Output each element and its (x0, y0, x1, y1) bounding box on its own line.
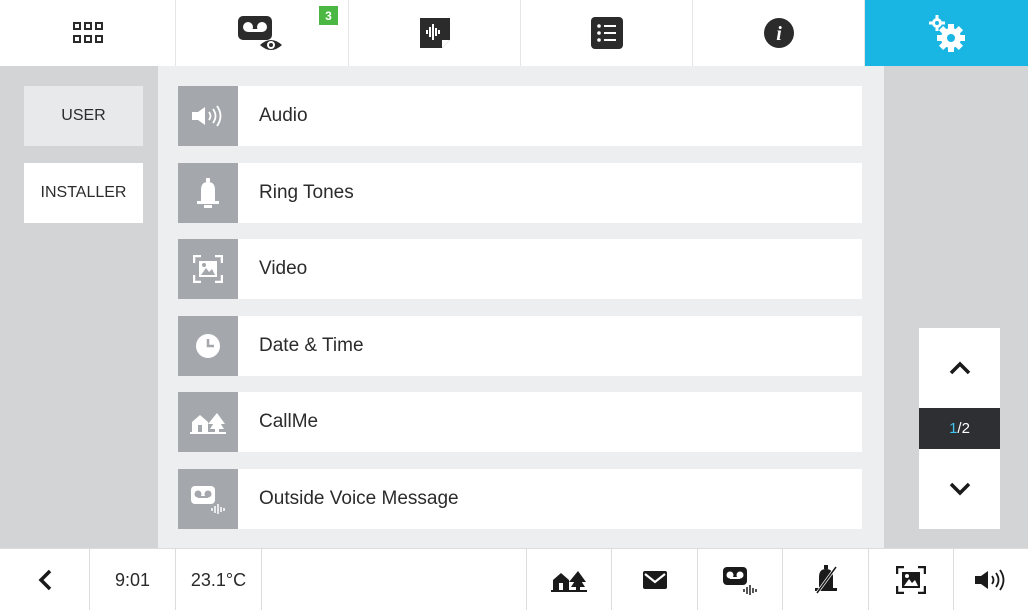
list-icon (590, 17, 623, 49)
menu-item-label: Video (259, 258, 308, 279)
page-navigator: 1/2 (919, 328, 1000, 529)
page-up-button[interactable] (919, 328, 1000, 408)
menu-item-outside-voice-message[interactable]: Outside Voice Message (178, 469, 862, 529)
voice-message-status[interactable] (698, 549, 783, 610)
back-icon (38, 569, 51, 591)
settings-category-panel: USER INSTALLER (0, 66, 158, 548)
status-spacer (262, 549, 527, 610)
page-down-button[interactable] (919, 449, 1000, 529)
menu-item-date-time[interactable]: Date & Time (178, 316, 862, 376)
callme-house-icon (551, 571, 587, 592)
back-button[interactable] (0, 549, 90, 610)
bottom-status-bar: 9:01 23.1°C (0, 548, 1028, 610)
tab-audio-memo[interactable] (349, 0, 521, 66)
info-icon: i (763, 18, 794, 48)
video-frame-icon (178, 239, 238, 299)
speaker-icon (178, 86, 238, 146)
voice-message-icon (723, 567, 757, 595)
clock-icon (178, 316, 238, 376)
current-page: 1 (949, 420, 958, 437)
user-button[interactable]: USER (24, 86, 143, 146)
mail-icon (642, 571, 667, 589)
top-nav-bar: 3 i (0, 0, 1028, 66)
tab-settings[interactable] (865, 0, 1028, 66)
speaker-icon (975, 569, 1005, 591)
installer-button[interactable]: INSTALLER (24, 163, 143, 223)
bell-muted-icon (814, 565, 837, 594)
settings-gears-icon (928, 15, 965, 52)
tab-apps[interactable] (0, 0, 176, 66)
menu-item-label: Date & Time (259, 335, 364, 356)
chevron-up-icon (949, 361, 970, 375)
callme-status[interactable] (527, 549, 612, 610)
ringer-muted-status[interactable] (783, 549, 869, 610)
temperature-display: 23.1°C (176, 549, 262, 610)
settings-menu-list: Audio Ring Tones Video Date & Time CallM… (158, 66, 884, 548)
audio-memo-icon (419, 18, 450, 48)
unread-count-badge: 3 (319, 6, 338, 25)
tab-list[interactable] (521, 0, 693, 66)
menu-item-ring-tones[interactable]: Ring Tones (178, 163, 862, 223)
video-status[interactable] (869, 549, 954, 610)
clock-display: 9:01 (90, 549, 176, 610)
video-frame-icon (896, 566, 926, 594)
menu-item-label: CallMe (259, 411, 319, 432)
svg-text:i: i (776, 23, 782, 45)
message-status[interactable] (612, 549, 698, 610)
voice-message-icon (178, 469, 238, 529)
chevron-down-icon (949, 482, 970, 496)
page-indicator: 1/2 (919, 408, 1000, 449)
total-pages: /2 (957, 420, 970, 437)
tab-voice-messages[interactable]: 3 (176, 0, 349, 66)
menu-item-label: Ring Tones (259, 182, 354, 203)
apps-grid-icon (72, 22, 103, 43)
menu-item-video[interactable]: Video (178, 239, 862, 299)
menu-item-callme[interactable]: CallMe (178, 392, 862, 452)
menu-item-label: Audio (259, 105, 308, 126)
menu-item-label: Outside Voice Message (259, 488, 459, 509)
tab-info[interactable]: i (693, 0, 865, 66)
menu-item-audio[interactable]: Audio (178, 86, 862, 146)
speaker-status[interactable] (954, 549, 1028, 610)
bell-icon (178, 163, 238, 223)
callme-house-icon (178, 392, 238, 452)
voice-message-view-icon (238, 16, 282, 50)
